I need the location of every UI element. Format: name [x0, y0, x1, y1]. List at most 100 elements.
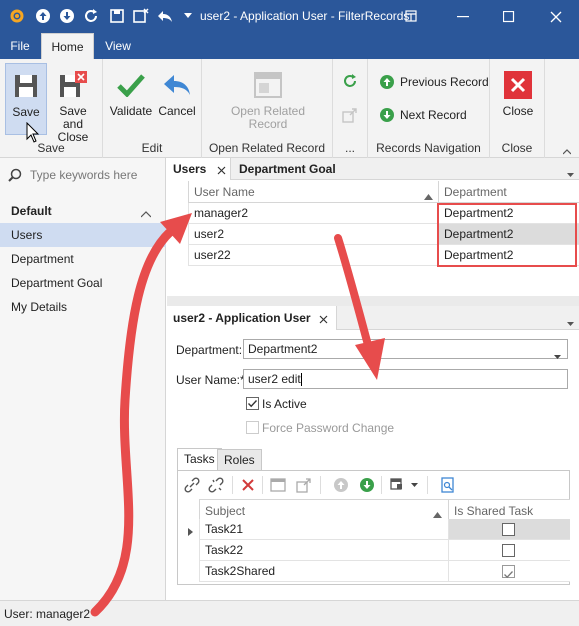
- nav-search-placeholder: Type keywords here: [30, 168, 138, 182]
- splitter[interactable]: [167, 296, 579, 306]
- username-label: User Name:*: [176, 373, 245, 387]
- open-related-group-label: Open Related Record: [208, 141, 326, 155]
- cell-subject[interactable]: Task22: [199, 540, 448, 561]
- misc-group-label: ...: [344, 141, 355, 155]
- cell-user-name[interactable]: user22: [188, 245, 438, 266]
- nav-item-my-details[interactable]: My Details: [0, 295, 166, 319]
- refresh-icon: [344, 74, 356, 87]
- close-tab-users-icon[interactable]: [217, 164, 226, 178]
- force-password-change-checkbox[interactable]: [246, 421, 259, 434]
- nav-item-users[interactable]: Users: [0, 223, 166, 247]
- up-arrow-icon[interactable]: [333, 477, 349, 493]
- column-header-subject[interactable]: Subject: [199, 499, 449, 521]
- column-header-is-shared-task[interactable]: Is Shared Task: [448, 499, 570, 521]
- cell-user-name[interactable]: manager2: [188, 203, 438, 224]
- cancel-button[interactable]: Cancel: [155, 63, 199, 123]
- shared-task-checkbox[interactable]: [502, 544, 515, 557]
- tab-home[interactable]: Home: [41, 33, 94, 59]
- ribbon-tab-strip: File Home View: [0, 33, 579, 59]
- export-button[interactable]: [342, 107, 364, 123]
- cell-user-name[interactable]: user2: [188, 224, 438, 245]
- column-header-department[interactable]: Department: [438, 181, 579, 203]
- tab-file[interactable]: File: [0, 33, 40, 59]
- window-title: user2 - Application User - FilterRecords: [200, 9, 410, 23]
- nav-group-header[interactable]: Default: [11, 204, 52, 218]
- tab-tasks[interactable]: Tasks: [177, 448, 222, 471]
- export-icon[interactable]: [296, 477, 312, 493]
- cell-subject[interactable]: Task21: [199, 519, 448, 540]
- list-tab-strip: Users Department Goal: [167, 158, 579, 180]
- next-record-icon: [380, 108, 394, 122]
- save-and-close-button[interactable]: Save and Close: [48, 63, 98, 144]
- close-tab-detail-icon[interactable]: [319, 313, 328, 327]
- chevron-down-icon[interactable]: [410, 477, 418, 493]
- open-related-label-2: Record: [248, 117, 288, 131]
- cell-is-shared-task[interactable]: [448, 561, 570, 582]
- tasks-panel: Subject Is Shared Task Task21 Task22 Tas…: [177, 470, 570, 585]
- nav-item-department-goal[interactable]: Department Goal: [0, 271, 166, 295]
- link-icon[interactable]: [184, 477, 200, 493]
- tab-department-goal[interactable]: Department Goal: [233, 158, 343, 180]
- undo-arrow-icon: [161, 69, 193, 101]
- force-password-change-label: Force Password Change: [262, 421, 395, 435]
- refresh-icon[interactable]: [82, 7, 100, 25]
- detail-tab-strip: user2 - Application User: [167, 306, 579, 330]
- refresh-button[interactable]: [342, 73, 364, 89]
- status-bar: User: manager2: [0, 600, 579, 626]
- delete-icon[interactable]: [240, 477, 256, 493]
- next-record-label: Next Record: [400, 108, 467, 122]
- column-header-user-name[interactable]: User Name: [188, 181, 438, 203]
- undo-icon[interactable]: [156, 7, 174, 25]
- chevron-down-icon[interactable]: [554, 347, 561, 365]
- previous-record-label: Previous Record: [400, 75, 489, 89]
- nav-item-department[interactable]: Department: [0, 247, 166, 271]
- close-button[interactable]: Close: [496, 63, 540, 123]
- close-group-label: Close: [501, 141, 533, 155]
- export-icon: [342, 108, 357, 123]
- restore-layout-icon[interactable]: [402, 7, 420, 25]
- open-related-record-button[interactable]: Open Related Record: [222, 63, 314, 133]
- save-icon[interactable]: [108, 7, 126, 25]
- column-chooser-icon[interactable]: [390, 477, 406, 493]
- text-caret: [300, 373, 302, 387]
- search-document-icon[interactable]: [440, 477, 456, 493]
- next-record-button[interactable]: Next Record: [380, 108, 467, 122]
- minimize-button[interactable]: [440, 0, 486, 33]
- validate-label: Validate: [109, 104, 153, 118]
- toolbar-separator: [381, 476, 382, 494]
- down-arrow-icon[interactable]: [359, 477, 375, 493]
- tab-roles[interactable]: Roles: [217, 449, 262, 471]
- collapse-ribbon-icon[interactable]: [562, 144, 572, 158]
- maximize-button[interactable]: [486, 0, 532, 33]
- down-arrow-icon[interactable]: [58, 7, 76, 25]
- tab-view[interactable]: View: [96, 33, 140, 59]
- detail-tab-dropdown-icon[interactable]: [567, 316, 574, 330]
- status-text: User: manager2: [4, 607, 91, 621]
- unlink-icon[interactable]: [208, 477, 224, 493]
- username-field[interactable]: user2 edit: [243, 369, 568, 389]
- shared-task-checkbox[interactable]: [502, 565, 515, 579]
- search-icon: [8, 168, 22, 182]
- validate-button[interactable]: Validate: [109, 63, 153, 123]
- department-lookup[interactable]: Department2: [243, 339, 568, 359]
- tab-user-detail[interactable]: user2 - Application User: [167, 306, 337, 330]
- customize-qat-icon[interactable]: [183, 7, 193, 25]
- tab-list-dropdown-icon[interactable]: [567, 167, 574, 181]
- shared-task-checkbox[interactable]: [502, 523, 515, 536]
- nav-search[interactable]: Type keywords here: [8, 166, 158, 184]
- close-window-button[interactable]: [533, 0, 579, 33]
- app-icon: [8, 7, 26, 25]
- save-group: Save Save and Close Save: [0, 59, 103, 158]
- tab-users-label: Users: [173, 162, 207, 176]
- cell-is-shared-task[interactable]: [448, 540, 570, 561]
- cell-is-shared-task[interactable]: [448, 519, 570, 540]
- up-arrow-icon[interactable]: [34, 7, 52, 25]
- collapse-group-icon[interactable]: [140, 207, 152, 221]
- mouse-cursor-icon: [26, 122, 40, 143]
- cell-subject[interactable]: Task2Shared: [199, 561, 448, 582]
- previous-record-button[interactable]: Previous Record: [380, 75, 489, 89]
- save-close-icon[interactable]: [132, 7, 150, 25]
- open-window-icon[interactable]: [270, 477, 286, 493]
- cancel-label: Cancel: [158, 104, 196, 118]
- is-active-checkbox[interactable]: [246, 397, 259, 410]
